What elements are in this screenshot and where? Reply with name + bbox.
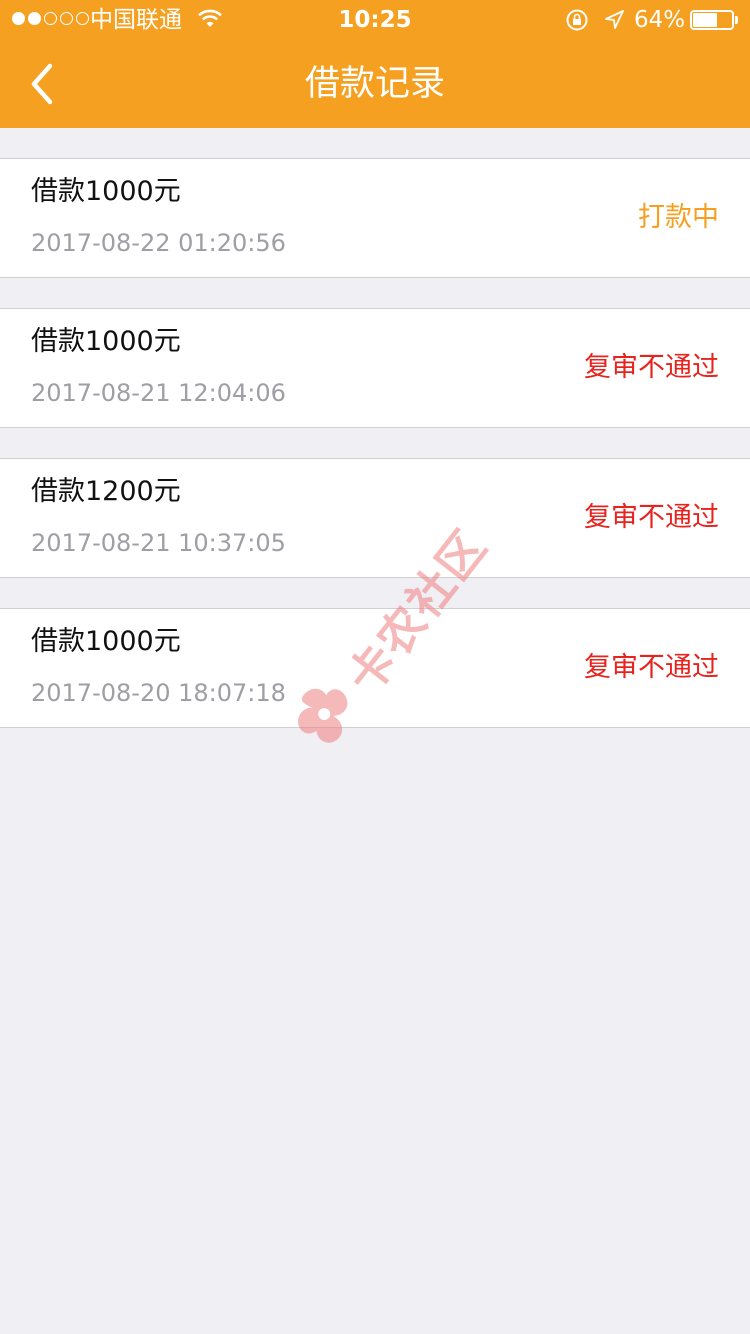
loan-record-list: 借款1000元 2017-08-22 01:20:56 打款中 借款1000元 … [0,158,750,758]
back-button[interactable] [18,60,66,108]
loan-status: 复审不通过 [584,652,719,683]
loan-record-item[interactable]: 借款1000元 2017-08-21 12:04:06 复审不通过 [0,308,750,428]
loan-status: 复审不通过 [584,352,719,383]
loan-amount-title: 借款1000元 [31,326,181,357]
header: 中国联通 10:25 64% 借款记录 [0,0,750,128]
loan-status: 打款中 [638,202,719,233]
loan-record-item[interactable]: 借款1000元 2017-08-20 18:07:18 复审不通过 [0,608,750,728]
navigation-bar: 借款记录 [0,40,750,128]
battery-percent: 64% [634,7,686,33]
loan-record-item[interactable]: 借款1200元 2017-08-21 10:37:05 复审不通过 [0,458,750,578]
status-bar: 中国联通 10:25 64% [0,0,750,40]
loan-timestamp: 2017-08-20 18:07:18 [31,679,286,707]
loan-record-item[interactable]: 借款1000元 2017-08-22 01:20:56 打款中 [0,158,750,278]
loan-amount-title: 借款1000元 [31,626,181,657]
chevron-left-icon [31,63,53,105]
loan-amount-title: 借款1200元 [31,476,181,507]
page-title: 借款记录 [304,64,445,104]
loan-timestamp: 2017-08-21 12:04:06 [31,379,286,407]
rotation-lock-icon [565,9,589,37]
location-arrow-icon [603,9,625,37]
loan-status: 复审不通过 [584,502,719,533]
loan-timestamp: 2017-08-21 10:37:05 [31,529,286,557]
loan-amount-title: 借款1000元 [31,176,181,207]
screen: 中国联通 10:25 64% 借款记录 借款1000元 2017-08-22 0… [0,0,750,1334]
battery-tip [735,16,738,24]
loan-timestamp: 2017-08-22 01:20:56 [31,229,286,257]
battery-icon [690,10,738,30]
battery-level-fill [693,13,717,27]
